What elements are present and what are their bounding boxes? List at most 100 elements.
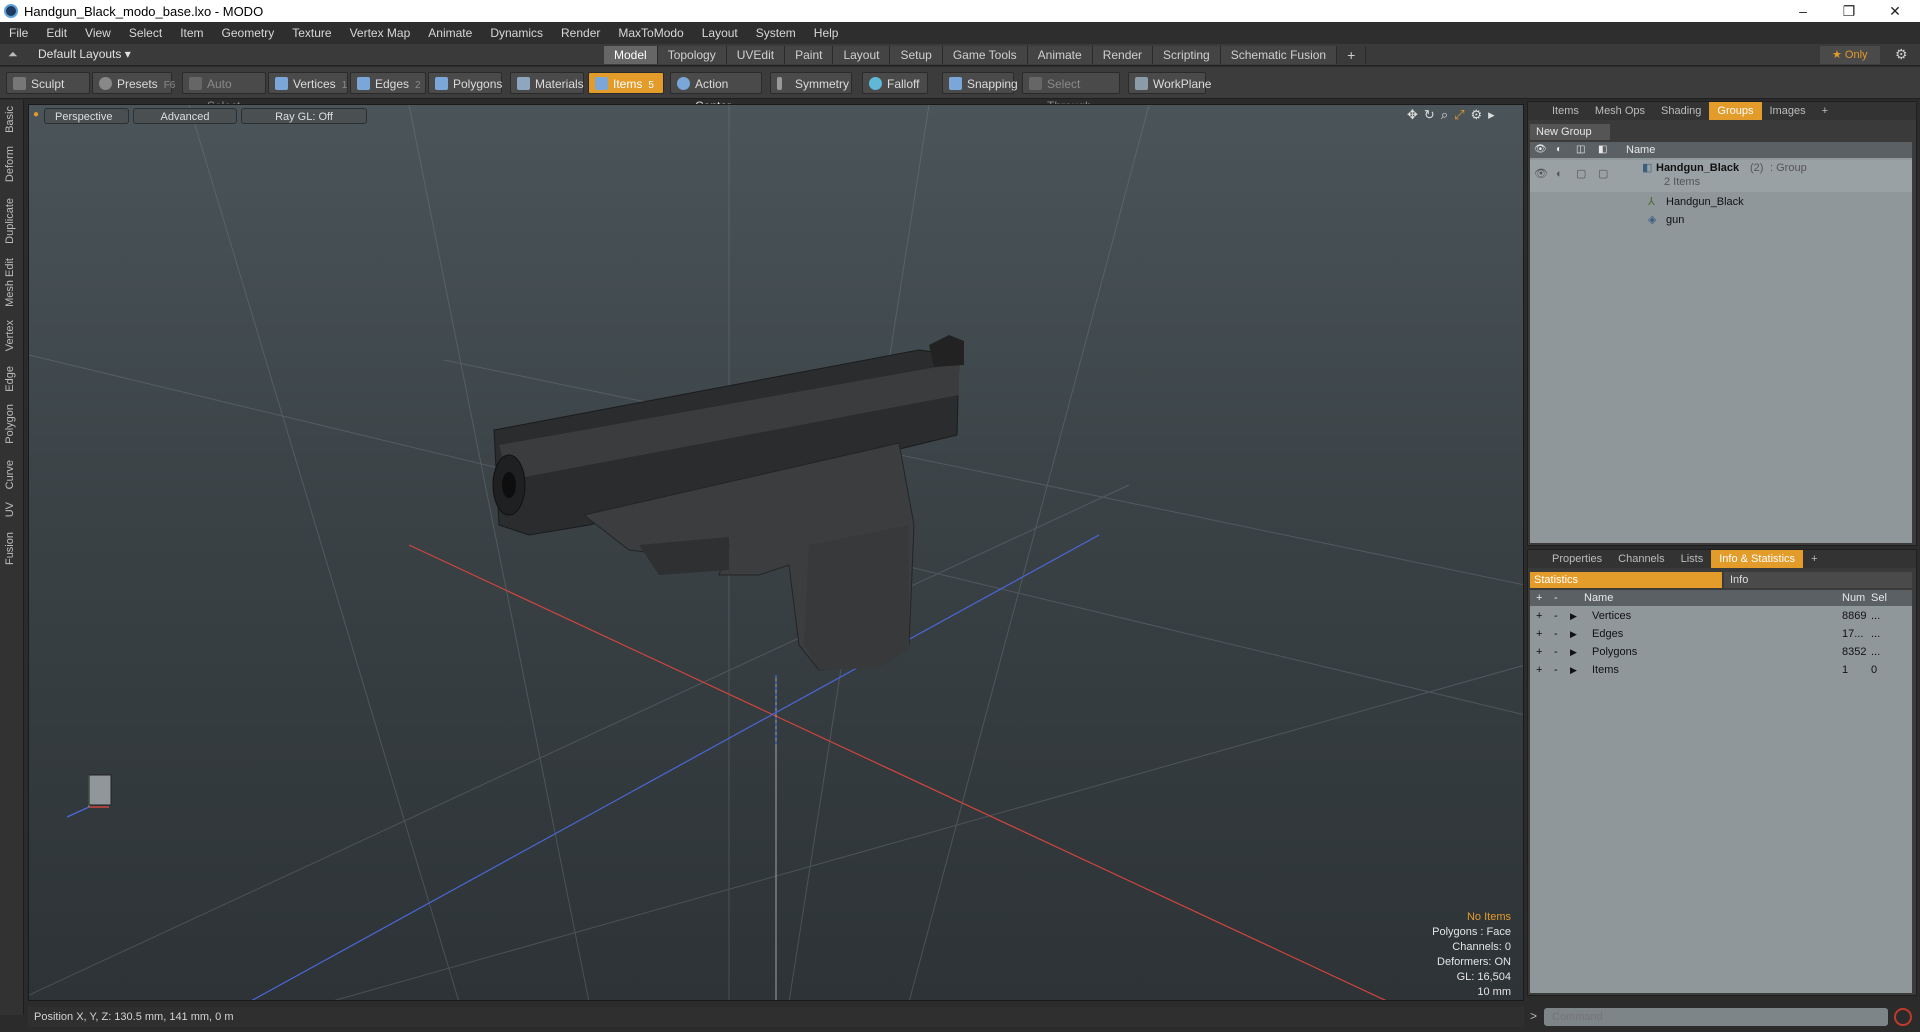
select-through-button[interactable]: Select Through bbox=[1022, 72, 1120, 113]
vtab-edge[interactable]: Edge bbox=[4, 366, 16, 392]
items-button[interactable]: Items 5 bbox=[588, 72, 664, 94]
tab-mesh-ops[interactable]: Mesh Ops bbox=[1587, 102, 1653, 120]
add-panel-tab-button[interactable]: + bbox=[1814, 102, 1836, 120]
menu-edit[interactable]: Edit bbox=[37, 26, 76, 40]
menu-texture[interactable]: Texture bbox=[283, 26, 340, 40]
menu-help[interactable]: Help bbox=[805, 26, 848, 40]
tab-topology[interactable]: Topology bbox=[657, 46, 727, 64]
menu-layout[interactable]: Layout bbox=[693, 26, 747, 40]
table-row[interactable]: + - ▶ Polygons 8352 ... bbox=[1530, 644, 1912, 661]
expand-arrow-icon[interactable]: ▶ bbox=[1570, 644, 1577, 661]
menu-render[interactable]: Render bbox=[552, 26, 609, 40]
minimize-button[interactable]: – bbox=[1780, 0, 1826, 22]
menu-geometry[interactable]: Geometry bbox=[213, 26, 284, 40]
vtab-vertex[interactable]: Vertex bbox=[4, 320, 16, 351]
expand-arrow-icon[interactable]: ▶ bbox=[1570, 626, 1577, 643]
record-macro-icon[interactable] bbox=[1894, 1008, 1912, 1026]
sculpt-button[interactable]: Sculpt bbox=[6, 72, 90, 94]
auto-select-button[interactable]: Auto Select bbox=[182, 72, 266, 113]
vtab-mesh-edit[interactable]: Mesh Edit bbox=[4, 258, 16, 307]
group-child-row[interactable]: ⅄ Handgun_Black bbox=[1530, 194, 1912, 211]
table-row[interactable]: + - ▶ Items 1 0 bbox=[1530, 662, 1912, 679]
tab-scripting[interactable]: Scripting bbox=[1153, 46, 1221, 64]
group-row[interactable]: 👁 ◐ ▢ ▢ ◧ Handgun_Black (2) : Group 2 It… bbox=[1530, 160, 1912, 192]
tab-properties[interactable]: Properties bbox=[1544, 550, 1610, 568]
new-group-button[interactable]: New Group bbox=[1530, 124, 1610, 140]
group-select-icon[interactable]: ▢ bbox=[1598, 166, 1608, 183]
edges-button[interactable]: Edges 2 bbox=[350, 72, 426, 94]
group-visibility-icon[interactable]: 👁 bbox=[1534, 166, 1548, 183]
tab-game-tools[interactable]: Game Tools bbox=[942, 46, 1028, 64]
vtab-uv[interactable]: UV bbox=[4, 502, 16, 517]
move-view-icon[interactable]: ✥ bbox=[1407, 107, 1418, 123]
vertices-button[interactable]: Vertices 1 bbox=[268, 72, 348, 94]
raygl-button[interactable]: Ray GL: Off bbox=[241, 108, 367, 124]
only-toggle[interactable]: ★ Only bbox=[1820, 46, 1880, 64]
tab-lists[interactable]: Lists bbox=[1673, 550, 1712, 568]
snapping-button[interactable]: Snapping bbox=[942, 72, 1018, 94]
materials-button[interactable]: Materials bbox=[510, 72, 584, 94]
menu-select[interactable]: Select bbox=[120, 26, 171, 40]
expand-arrow-icon[interactable]: ▶ bbox=[1570, 608, 1577, 625]
workplane-button[interactable]: WorkPlane bbox=[1128, 72, 1211, 94]
maximize-button[interactable]: ❐ bbox=[1826, 0, 1872, 22]
layouts-dropdown[interactable]: Default Layouts ▾ bbox=[38, 47, 131, 61]
3d-viewport[interactable]: ● Perspective Advanced Ray GL: Off ✥ ↻ ⌕… bbox=[28, 104, 1524, 1001]
select-col-icon[interactable]: ◧ bbox=[1598, 142, 1607, 158]
tab-uvedit[interactable]: UVEdit bbox=[726, 46, 786, 64]
lock-col-icon[interactable]: ◫ bbox=[1576, 142, 1585, 158]
vtab-curve[interactable]: Curve bbox=[4, 460, 16, 489]
vtab-basic[interactable]: Basic bbox=[4, 106, 16, 133]
command-input[interactable] bbox=[1544, 1008, 1888, 1026]
gear-icon[interactable]: ⚙ bbox=[1895, 46, 1908, 63]
rotate-view-icon[interactable]: ↻ bbox=[1424, 107, 1435, 123]
viewport-settings-icon[interactable]: ⚙ bbox=[1471, 107, 1483, 123]
menu-item[interactable]: Item bbox=[171, 26, 212, 40]
vtab-deform[interactable]: Deform bbox=[4, 146, 16, 182]
info-subtab[interactable]: Info bbox=[1724, 572, 1912, 588]
fit-view-icon[interactable]: ⤢ bbox=[1454, 107, 1464, 123]
falloff-button[interactable]: Falloff bbox=[862, 72, 928, 94]
tab-channels[interactable]: Channels bbox=[1610, 550, 1672, 568]
tab-info-statistics[interactable]: Info & Statistics bbox=[1711, 550, 1804, 568]
tab-layout[interactable]: Layout bbox=[833, 46, 891, 64]
tab-schematic-fusion[interactable]: Schematic Fusion bbox=[1220, 46, 1338, 64]
menu-dynamics[interactable]: Dynamics bbox=[481, 26, 552, 40]
table-row[interactable]: + - ▶ Edges 17... ... bbox=[1530, 626, 1912, 643]
group-lock-icon[interactable]: ▢ bbox=[1576, 166, 1586, 183]
statistics-subtab[interactable]: Statistics bbox=[1530, 572, 1722, 588]
expand-arrow-icon[interactable]: ▶ bbox=[1570, 662, 1577, 679]
collapse-icon[interactable]: ⏶ bbox=[8, 47, 18, 62]
zoom-view-icon[interactable]: ⌕ bbox=[1441, 107, 1448, 123]
menu-view[interactable]: View bbox=[76, 26, 120, 40]
symmetry-button[interactable]: Symmetry bbox=[770, 72, 852, 94]
tab-shading[interactable]: Shading bbox=[1653, 102, 1709, 120]
menu-file[interactable]: File bbox=[0, 26, 37, 40]
vtab-duplicate[interactable]: Duplicate bbox=[4, 198, 16, 244]
tab-setup[interactable]: Setup bbox=[890, 46, 943, 64]
advanced-button[interactable]: Advanced bbox=[133, 108, 237, 124]
group-render-icon[interactable]: ◐ bbox=[1556, 166, 1563, 183]
tab-groups[interactable]: Groups bbox=[1709, 102, 1762, 120]
close-button[interactable]: ✕ bbox=[1872, 0, 1918, 22]
render-col-icon[interactable]: ◐ bbox=[1556, 142, 1562, 158]
add-panel-tab-button[interactable]: + bbox=[1803, 550, 1825, 568]
tab-model[interactable]: Model bbox=[604, 46, 658, 64]
group-child-row[interactable]: ◈ gun bbox=[1530, 212, 1912, 229]
table-row[interactable]: + - ▶ Vertices 8869 ... bbox=[1530, 608, 1912, 625]
tab-render[interactable]: Render bbox=[1092, 46, 1154, 64]
perspective-button[interactable]: Perspective bbox=[44, 108, 129, 124]
menu-system[interactable]: System bbox=[747, 26, 805, 40]
viewport-menu-dot[interactable]: ● bbox=[33, 109, 39, 120]
add-tab-button[interactable]: + bbox=[1337, 46, 1367, 64]
polygons-button[interactable]: Polygons bbox=[428, 72, 502, 94]
action-center-button[interactable]: Action Center bbox=[670, 72, 762, 113]
tab-paint[interactable]: Paint bbox=[785, 46, 834, 64]
expand-all-icon[interactable]: + bbox=[1536, 590, 1542, 606]
viewport-expand-icon[interactable]: ▸ bbox=[1488, 107, 1495, 123]
menu-vertex-map[interactable]: Vertex Map bbox=[341, 26, 420, 40]
tab-items[interactable]: Items bbox=[1544, 102, 1587, 120]
tab-images[interactable]: Images bbox=[1762, 102, 1814, 120]
vtab-fusion[interactable]: Fusion bbox=[4, 532, 16, 565]
presets-button[interactable]: Presets F6 bbox=[92, 72, 175, 94]
